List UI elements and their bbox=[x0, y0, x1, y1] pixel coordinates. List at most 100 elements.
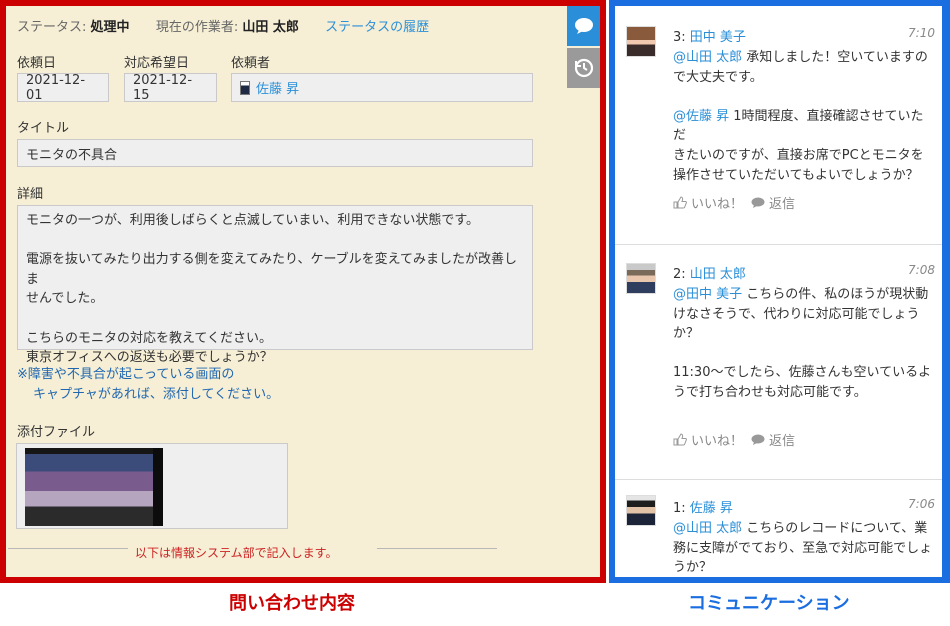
comment-line bbox=[673, 344, 935, 364]
comment-line: けなさそうで、代わりに対応可能でしょう bbox=[673, 305, 935, 325]
detail-label: 詳細 bbox=[17, 187, 44, 202]
note-line: ※障害や不具合が起こっている画面の bbox=[17, 367, 235, 382]
comment-item: 1: 佐藤 昇 7:06 @山田 太郎 こちらのレコードについて、業務に支障がで… bbox=[615, 479, 942, 577]
assignee-label: 現在の作業者: bbox=[155, 20, 239, 35]
attachment-field[interactable] bbox=[16, 443, 288, 529]
like-button[interactable]: いいね！ bbox=[673, 430, 743, 449]
communication-caption: コミュニケーション bbox=[688, 593, 850, 614]
attachment-thumbnail[interactable] bbox=[25, 448, 163, 526]
comment-header: 1: 佐藤 昇 bbox=[673, 497, 733, 516]
comment-line: うで打ち合わせも対応可能です。 bbox=[673, 383, 935, 403]
comment-text: きたいのですが、直接お席でPCとモニタを bbox=[673, 147, 924, 163]
comment-text: 操作させていただいてもよいでしょうか？ bbox=[673, 167, 919, 183]
note-line: キャプチャがあれば、添付してください。 bbox=[33, 386, 280, 402]
comment-line: 務に支障がでており、至急で対応可能でしょ bbox=[673, 539, 935, 559]
comment-text: で大丈夫です。 bbox=[673, 69, 763, 85]
comment-item: 2: 山田 太郎 7:08 @田中 美子 こちらの件、私のほうが現状動 けなさそう… bbox=[615, 244, 942, 479]
detail-line: モニタの一つが、利用後しばらくと点滅していまい、利用できない状態です。 bbox=[26, 213, 480, 228]
avatar bbox=[626, 495, 656, 526]
mention-link[interactable]: @田中 美子 bbox=[673, 287, 742, 302]
reply-button[interactable]: 返信 bbox=[751, 193, 795, 212]
detail-line bbox=[26, 231, 524, 251]
avatar bbox=[626, 263, 656, 294]
comment-text: 承知しました！空いていますの bbox=[742, 50, 928, 65]
comment-text: けなさそうで、代わりに対応可能でしょう bbox=[673, 306, 920, 322]
request-date-field[interactable]: 2021-12-01 bbox=[17, 73, 109, 103]
reply-bubble-icon bbox=[751, 197, 765, 208]
mention-link[interactable]: @山田 太郎 bbox=[673, 521, 742, 536]
comment-text: 11:30〜でしたら、佐藤さんも空いているよ bbox=[673, 365, 932, 381]
attachment-note: ※障害や不具合が起こっている画面の キャプチャがあれば、添付してください。 bbox=[17, 365, 279, 404]
comment-line bbox=[673, 87, 935, 107]
requester-label: 依頼者 bbox=[231, 56, 271, 71]
comment-actions: いいね！ 返信 bbox=[673, 193, 803, 212]
comment-body: @山田 太郎 こちらのレコードについて、業務に支障がでており、至急で対応可能でし… bbox=[673, 519, 935, 577]
comment-time: 7:10 bbox=[908, 26, 935, 40]
comment-line: 操作させていただいてもよいでしょうか？ bbox=[673, 166, 935, 186]
user-icon bbox=[240, 80, 250, 95]
comment-number: 2: bbox=[673, 267, 686, 282]
detail-field[interactable]: モニタの一つが、利用後しばらくと点滅していまい、利用できない状態です。 電源を抜… bbox=[17, 205, 533, 365]
requester-name[interactable]: 佐藤 昇 bbox=[256, 78, 299, 97]
detail-line: こちらのモニタの対応を教えてください。 bbox=[26, 330, 272, 346]
desired-date-label: 対応希望日 bbox=[124, 56, 190, 71]
comment-author[interactable]: 山田 太郎 bbox=[690, 267, 746, 282]
comment-line: で大丈夫です。 bbox=[673, 68, 935, 88]
thumbs-up-icon bbox=[673, 196, 687, 209]
comment-line: @山田 太郎 承知しました！空いていますの bbox=[673, 48, 935, 68]
comment-author[interactable]: 田中 美子 bbox=[690, 30, 746, 45]
inquiry-caption: 問い合わせ内容 bbox=[229, 593, 355, 614]
section-divider-label: 以下は情報システム部で記入します。 bbox=[135, 546, 338, 560]
comment-actions: いいね！ 返信 bbox=[673, 430, 803, 449]
detail-line: 電源を抜いてみたり出力する側を変えてみたり、ケーブルを変えてみましたが改善しま bbox=[26, 252, 518, 287]
comment-text: 務に支障がでており、至急で対応可能でしょ bbox=[673, 540, 933, 556]
history-clock-icon bbox=[574, 58, 593, 78]
comment-line: きたいのですが、直接お席でPCとモニタを bbox=[673, 146, 935, 166]
reply-label: 返信 bbox=[769, 197, 796, 212]
speech-bubble-icon bbox=[574, 18, 593, 34]
detail-line: せんでした。 bbox=[26, 291, 104, 307]
comment-header: 3: 田中 美子 bbox=[673, 26, 746, 45]
comment-line: @田中 美子 こちらの件、私のほうが現状動 bbox=[673, 285, 935, 305]
comment-line: うか？ bbox=[673, 558, 935, 577]
status-value: 処理中 bbox=[90, 20, 130, 35]
history-panel-button[interactable] bbox=[567, 48, 600, 88]
desired-date-field[interactable]: 2021-12-15 bbox=[124, 73, 217, 103]
divider-line bbox=[8, 548, 128, 549]
status-bar: ステータス: 処理中 現在の作業者: 山田 太郎 ステータスの履歴 bbox=[17, 16, 429, 35]
comment-number: 3: bbox=[673, 30, 686, 45]
requester-field[interactable]: 佐藤 昇 bbox=[231, 73, 533, 102]
comment-line: 11:30〜でしたら、佐藤さんも空いているよ bbox=[673, 363, 935, 383]
like-label: いいね！ bbox=[691, 197, 744, 212]
inquiry-frame: ステータス: 処理中 現在の作業者: 山田 太郎 ステータスの履歴 依頼日 20… bbox=[0, 0, 606, 583]
thumbs-up-icon bbox=[673, 433, 687, 446]
status-history-link[interactable]: ステータスの履歴 bbox=[325, 20, 429, 35]
comment-number: 1: bbox=[673, 501, 686, 516]
avatar bbox=[626, 26, 656, 57]
attachment-label: 添付ファイル bbox=[17, 425, 96, 440]
comment-time: 7:06 bbox=[908, 497, 935, 511]
comment-line: @佐藤 昇 1時間程度、直接確認させていただ bbox=[673, 107, 935, 146]
comment-text: こちらの件、私のほうが現状動 bbox=[742, 287, 929, 302]
comment-text: こちらのレコードについて、業 bbox=[742, 521, 928, 536]
mention-link[interactable]: @山田 太郎 bbox=[673, 50, 742, 65]
title-label: タイトル bbox=[17, 121, 70, 136]
mention-link[interactable]: @佐藤 昇 bbox=[673, 109, 729, 124]
reply-label: 返信 bbox=[769, 434, 796, 449]
divider-line bbox=[377, 548, 497, 549]
comment-item: 3: 田中 美子 7:10 @山田 太郎 承知しました！空いていますの で大丈夫で… bbox=[615, 6, 942, 244]
reply-button[interactable]: 返信 bbox=[751, 430, 795, 449]
communication-panel: 3: 田中 美子 7:10 @山田 太郎 承知しました！空いていますの で大丈夫で… bbox=[615, 6, 942, 577]
like-button[interactable]: いいね！ bbox=[673, 193, 743, 212]
request-date-label: 依頼日 bbox=[17, 56, 57, 71]
comment-panel-button[interactable] bbox=[567, 6, 600, 46]
inquiry-panel: ステータス: 処理中 現在の作業者: 山田 太郎 ステータスの履歴 依頼日 20… bbox=[6, 6, 600, 577]
comment-text: うか？ bbox=[673, 560, 713, 576]
assignee-name: 山田 太郎 bbox=[242, 20, 299, 35]
comment-line: か？ bbox=[673, 324, 935, 344]
comment-author[interactable]: 佐藤 昇 bbox=[690, 501, 733, 516]
detail-line bbox=[26, 309, 524, 329]
title-field[interactable]: モニタの不具合 bbox=[17, 139, 533, 167]
comment-text: か？ bbox=[673, 326, 700, 342]
communication-frame: 3: 田中 美子 7:10 @山田 太郎 承知しました！空いていますの で大丈夫で… bbox=[609, 0, 950, 583]
